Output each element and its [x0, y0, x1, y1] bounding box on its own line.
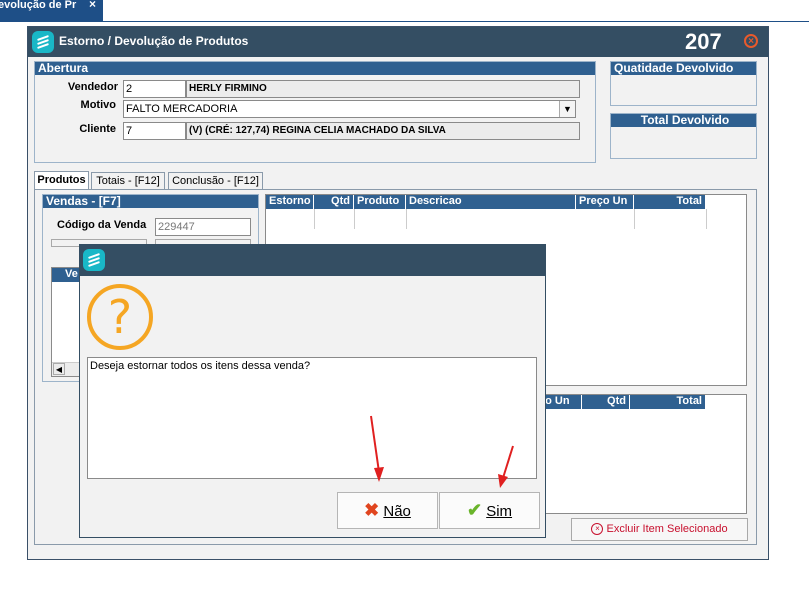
annotation-arrows	[370, 415, 514, 488]
arrow-to-nao	[370, 415, 380, 473]
arrow-head-nao	[374, 467, 384, 482]
arrow-to-sim	[502, 445, 514, 479]
arrow-head-sim	[498, 474, 508, 488]
